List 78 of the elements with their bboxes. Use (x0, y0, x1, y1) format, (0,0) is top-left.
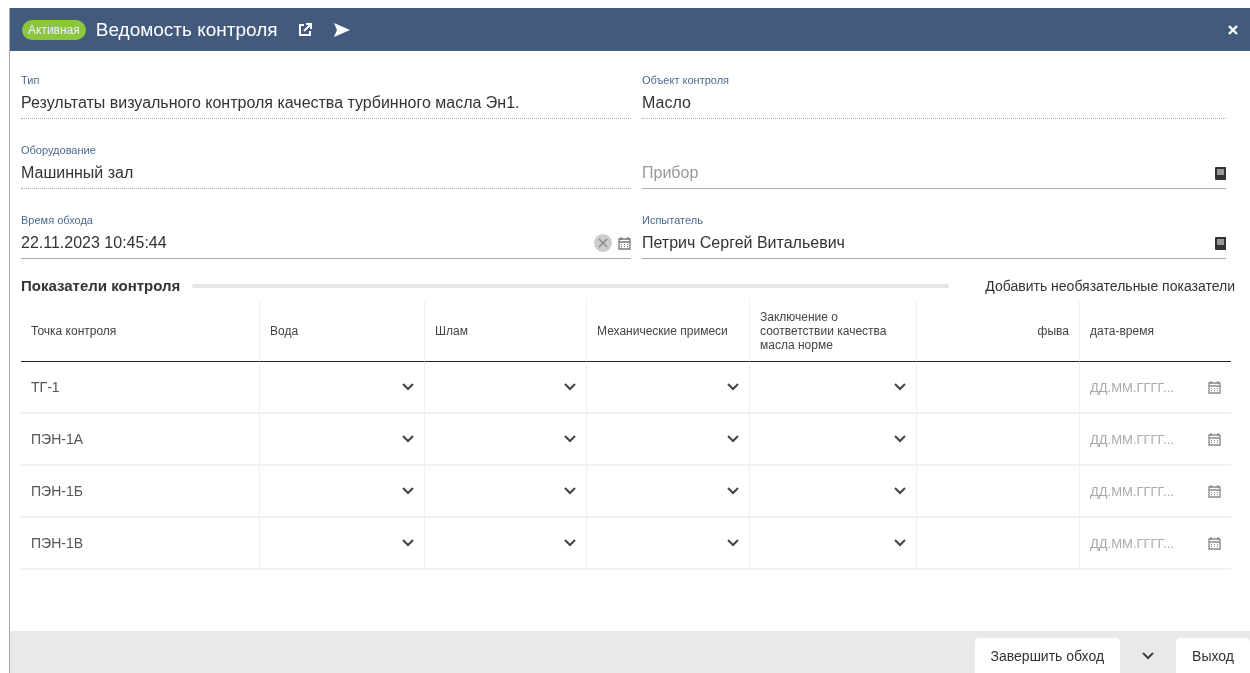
calendar-icon[interactable] (1208, 536, 1221, 550)
finish-button[interactable]: Завершить обход (974, 638, 1121, 673)
chevron-icon[interactable] (727, 539, 739, 547)
column-header: Шлам (424, 300, 586, 362)
field-value: Результаты визуального контроля качества турбинного масла Эн1. (21, 94, 521, 112)
calendar-icon[interactable] (1208, 380, 1221, 394)
column-header: фыва (916, 300, 1079, 362)
field-value: Петрич Сергей Витальевич (642, 234, 846, 252)
column-header: Вода (259, 300, 424, 362)
field-placeholder: Прибор (642, 164, 700, 182)
select-cell[interactable] (749, 414, 916, 466)
clear-icon[interactable] (594, 234, 612, 252)
book-icon[interactable] (1215, 166, 1226, 180)
form-field[interactable]: Тип Результаты визуального контроля качества турбинного масла Эн1. (21, 59, 631, 119)
external-link-icon[interactable] (297, 22, 312, 37)
select-cell[interactable] (586, 414, 749, 466)
field-value: Масло (642, 94, 692, 112)
field-value: Машинный зал (21, 164, 135, 182)
field-label: Тип (21, 74, 41, 86)
exit-button[interactable]: Выход (1176, 638, 1250, 673)
chevron-icon[interactable] (564, 487, 576, 495)
chevron-icon[interactable] (727, 435, 739, 443)
select-cell[interactable] (586, 362, 749, 414)
chevron-icon[interactable] (894, 383, 906, 391)
input-cell[interactable] (916, 362, 1079, 414)
table-cell: ТГ-1 (21, 362, 259, 414)
field-label: Объект контроля (642, 74, 731, 86)
select-cell[interactable] (424, 414, 586, 466)
select-cell[interactable] (259, 414, 424, 466)
book-icon[interactable] (1215, 236, 1226, 250)
field-label: Испытатель (642, 214, 704, 226)
chevron-icon[interactable] (402, 539, 414, 547)
section-title: Показатели контроля (21, 277, 181, 294)
add-indicators-link[interactable]: Добавить необязательные показатели (985, 277, 1235, 294)
table-cell: ПЭН-1В (21, 518, 259, 570)
select-cell[interactable] (259, 466, 424, 518)
field-label: Оборудование (21, 144, 97, 156)
select-cell[interactable] (259, 362, 424, 414)
table-cell: ПЭН-1Б (21, 466, 259, 518)
chevron-icon[interactable] (402, 383, 414, 391)
column-header: Механические примеси (586, 300, 749, 362)
chevron-icon[interactable] (402, 435, 414, 443)
close-icon[interactable] (1228, 24, 1238, 35)
table-cell: ПЭН-1А (21, 414, 259, 466)
column-header: Заключение о соответствии качества масла норме (749, 300, 916, 362)
select-cell[interactable] (424, 518, 586, 570)
form-field[interactable]: Объект контроля Масло (642, 59, 1226, 119)
form-field[interactable]: Время обхода 22.11.2023 10:45:44 (21, 199, 631, 259)
select-cell[interactable] (749, 466, 916, 518)
status-badge: Активная (22, 19, 86, 40)
select-cell[interactable] (749, 362, 916, 414)
chevron-icon[interactable] (894, 487, 906, 495)
chevron-icon[interactable] (564, 435, 576, 443)
calendar-icon[interactable] (618, 236, 631, 250)
select-cell[interactable] (424, 362, 586, 414)
column-header: Точка контроля (21, 300, 259, 362)
column-header: дата-время (1079, 300, 1231, 362)
chevron-icon[interactable] (1142, 651, 1155, 660)
chevron-icon[interactable] (727, 383, 739, 391)
select-cell[interactable] (586, 518, 749, 570)
chevron-icon[interactable] (402, 487, 414, 495)
chevron-icon[interactable] (894, 435, 906, 443)
field-label: Время обхода (21, 214, 94, 226)
form-field[interactable]: Испытатель Петрич Сергей Витальевич (642, 199, 1226, 259)
chevron-icon[interactable] (564, 383, 576, 391)
calendar-icon[interactable] (1208, 484, 1221, 498)
select-cell[interactable] (586, 466, 749, 518)
calendar-icon[interactable] (1208, 432, 1221, 446)
select-cell[interactable] (259, 518, 424, 570)
form-field[interactable]: Оборудование Машинный зал (21, 129, 631, 189)
select-cell[interactable] (424, 466, 586, 518)
window-title: Ведомость контроля (95, 18, 278, 41)
send-icon[interactable] (333, 22, 350, 37)
chevron-icon[interactable] (894, 539, 906, 547)
select-cell[interactable] (749, 518, 916, 570)
field-value: 22.11.2023 10:45:44 (21, 234, 168, 252)
chevron-icon[interactable] (727, 487, 739, 495)
chevron-icon[interactable] (564, 539, 576, 547)
